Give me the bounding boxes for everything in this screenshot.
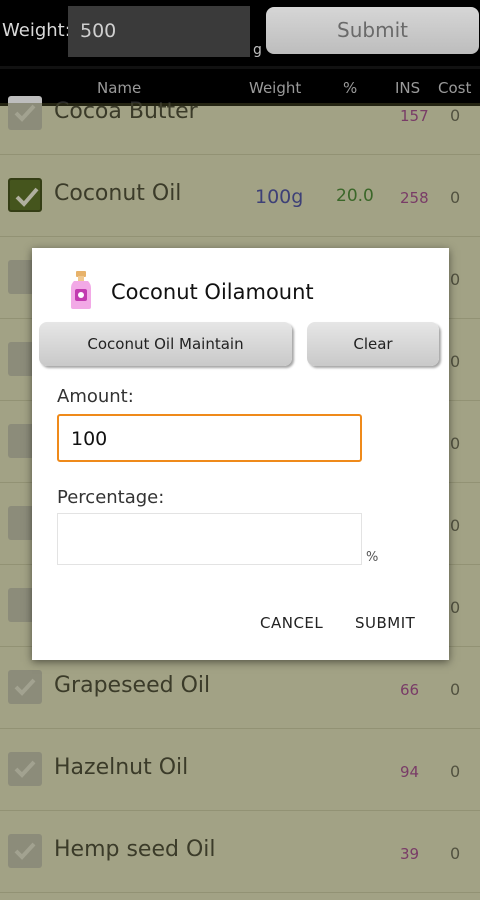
submit-weight-button[interactable]: Submit (266, 7, 479, 54)
weight-input[interactable]: 500 (68, 6, 250, 57)
submit-button[interactable]: SUBMIT (355, 614, 415, 632)
percentage-label: Percentage: (57, 487, 165, 508)
amount-input[interactable]: 100 (57, 414, 362, 462)
weight-unit: g (253, 42, 262, 58)
top-bar: Weight: 500 g Submit (0, 0, 480, 66)
percent-sign: % (366, 550, 379, 565)
dialog-title: Coconut Oilamount (111, 280, 314, 304)
amount-value: 100 (71, 428, 108, 450)
weight-value: 500 (80, 20, 117, 42)
amount-label: Amount: (57, 386, 134, 407)
percentage-input[interactable] (57, 513, 362, 565)
cancel-button[interactable]: CANCEL (260, 614, 323, 632)
bottle-icon (71, 271, 91, 309)
clear-button[interactable]: Clear (307, 322, 439, 366)
amount-dialog: Coconut Oilamount Coconut Oil Maintain C… (32, 248, 449, 660)
maintain-button[interactable]: Coconut Oil Maintain (39, 322, 292, 366)
weight-label: Weight: (2, 20, 71, 41)
